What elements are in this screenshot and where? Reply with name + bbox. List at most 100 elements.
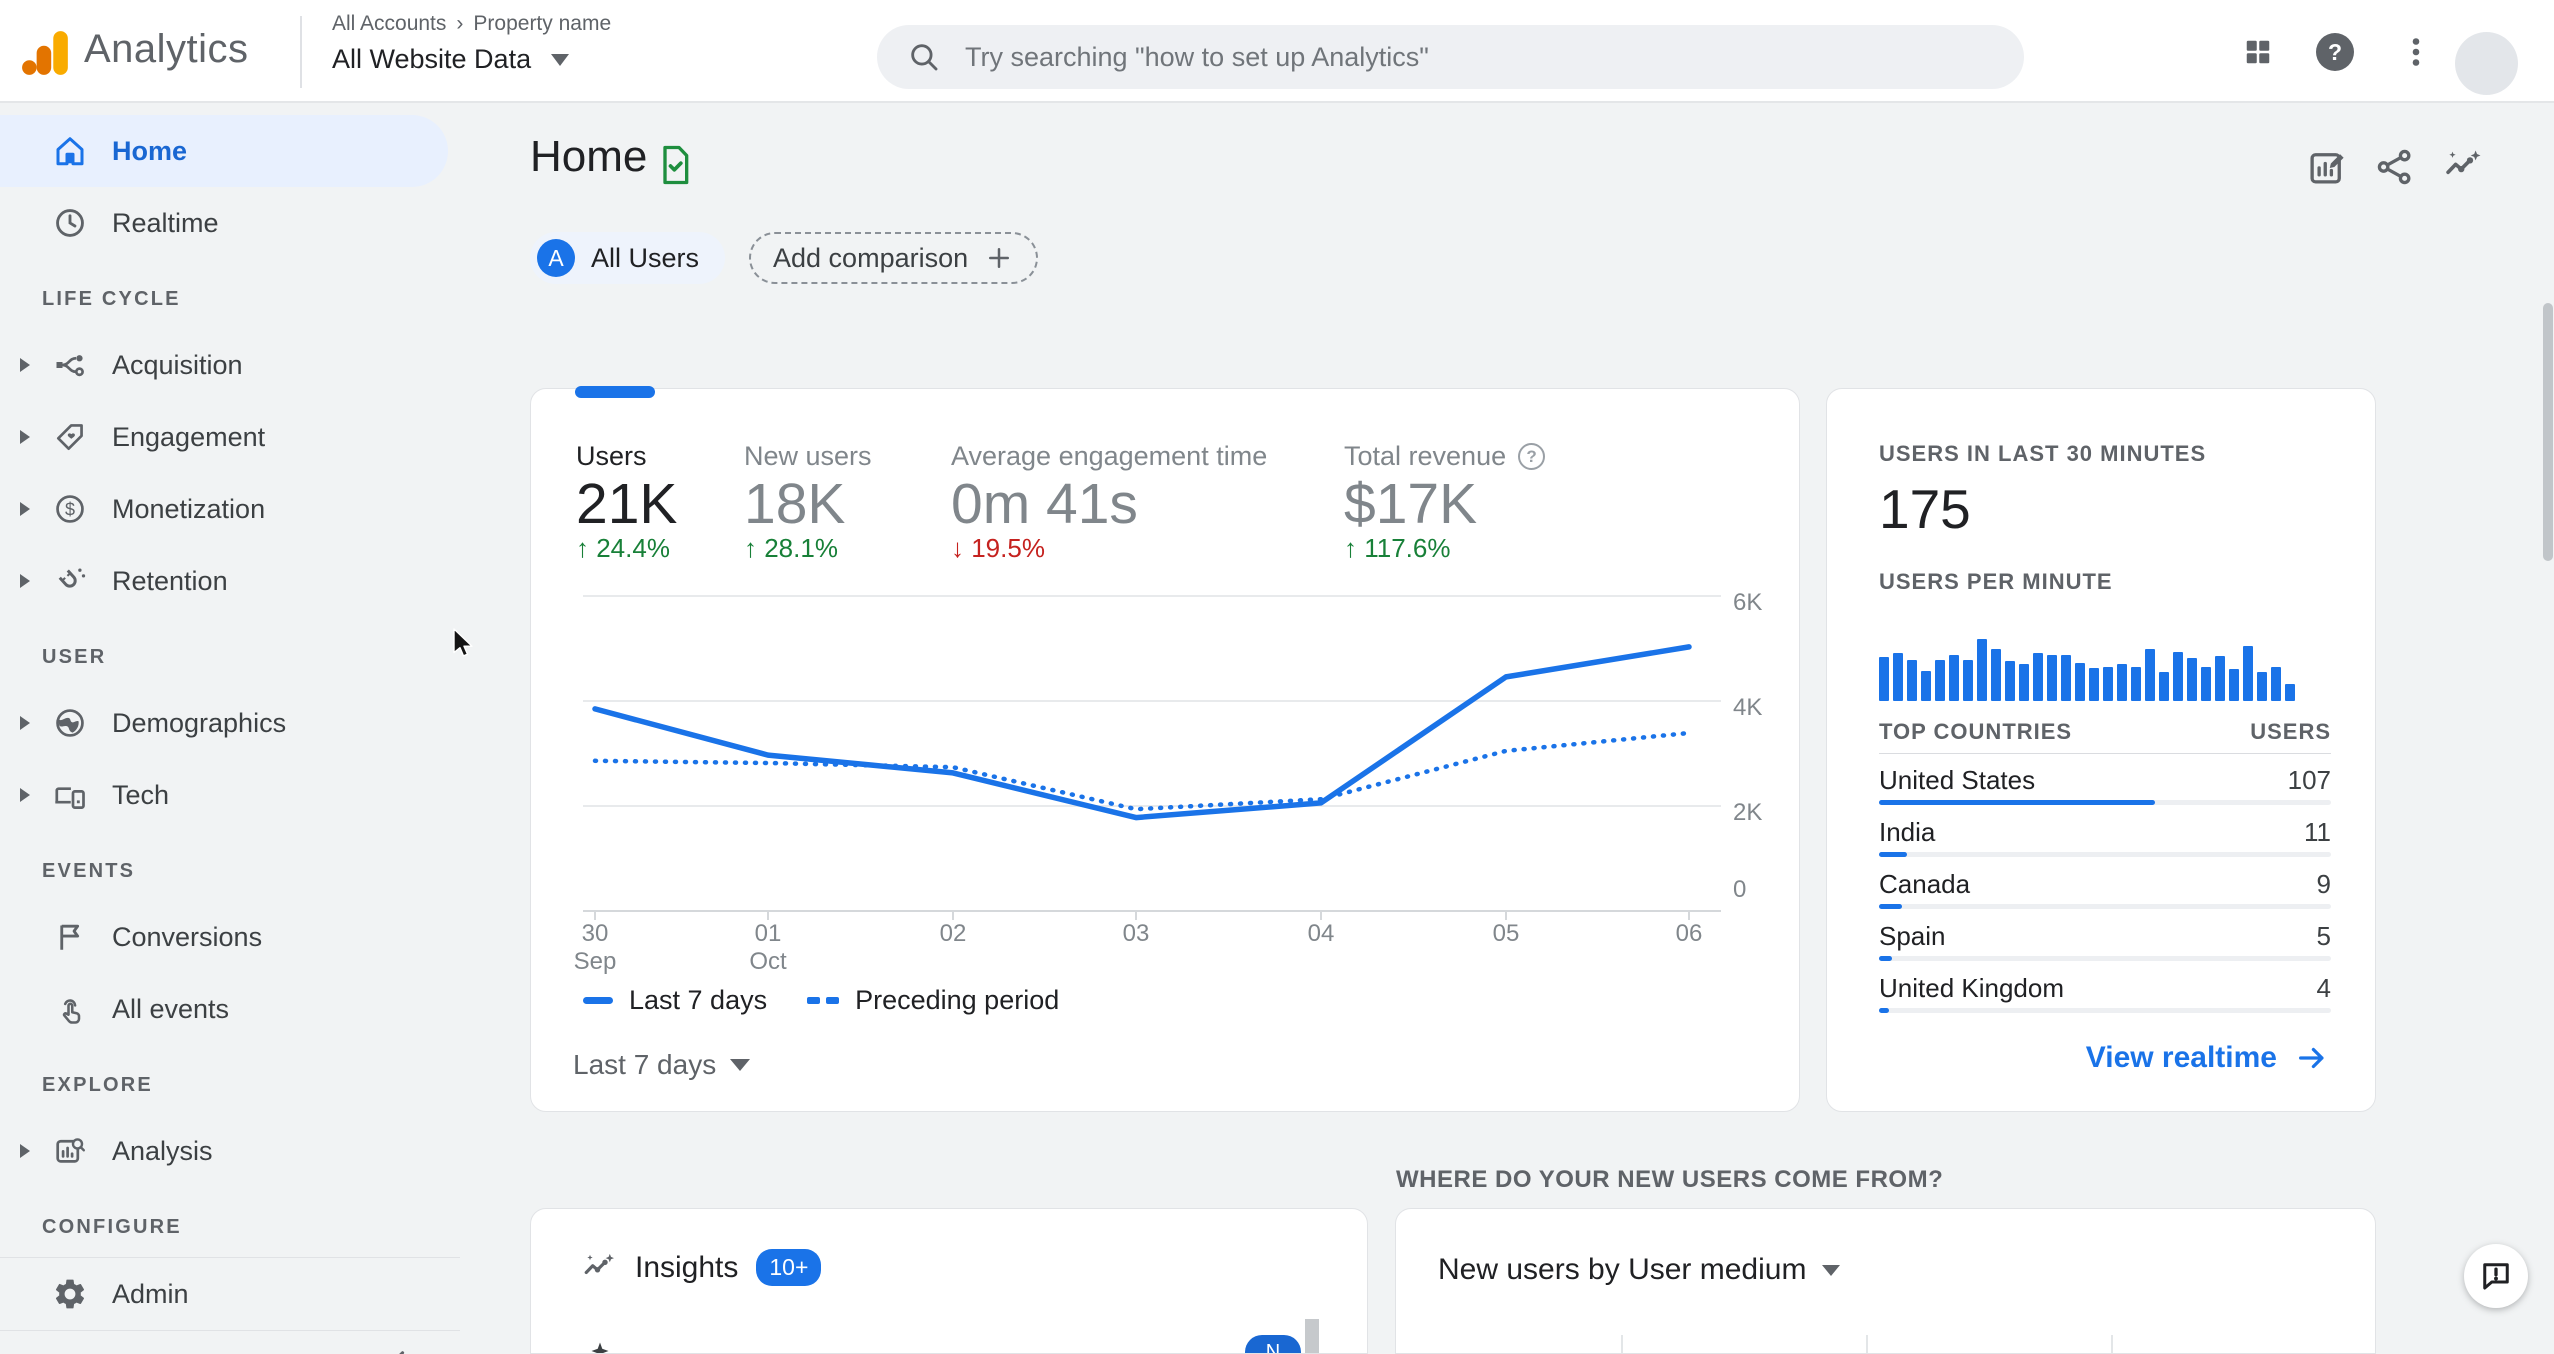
analytics-logo-icon[interactable]	[20, 27, 72, 79]
active-tab-indicator	[575, 386, 655, 398]
search-icon	[911, 44, 938, 71]
country-name: United Kingdom	[1879, 973, 2064, 1003]
search-bar[interactable]	[877, 25, 2024, 89]
table-row-spain[interactable]: Spain 5	[1879, 911, 2331, 963]
customize-report-icon[interactable]	[2306, 146, 2348, 188]
users-30min-label: USERS IN LAST 30 MINUTES	[1879, 441, 2207, 466]
date-range-selector[interactable]: Last 7 days	[573, 1049, 751, 1081]
metric-label: Total revenue?	[1344, 441, 1546, 472]
sidebar-item-label: Acquisition	[112, 349, 243, 380]
y-tick-label: 6K	[1733, 589, 1762, 616]
all-users-chip[interactable]: A All Users	[530, 232, 726, 284]
country-name: Spain	[1879, 921, 1946, 951]
minute-bar	[1991, 649, 2001, 701]
expand-chevron-icon[interactable]	[20, 788, 30, 802]
sidebar-item-label: Realtime	[112, 207, 219, 238]
view-realtime-link[interactable]: View realtime	[2086, 1041, 2329, 1075]
users-per-minute-chart[interactable]	[1879, 629, 2331, 701]
y-tick-label: 2K	[1733, 799, 1762, 826]
avatar[interactable]	[2455, 32, 2518, 95]
x-tick-label: 02	[940, 920, 967, 947]
sidebar-collapse-row[interactable]	[0, 1331, 460, 1354]
sidebar-item-engagement[interactable]: Engagement	[0, 401, 448, 473]
expand-chevron-icon[interactable]	[20, 1144, 30, 1158]
share-icon[interactable]	[2374, 146, 2416, 188]
table-row-canada[interactable]: Canada 9	[1879, 859, 2331, 911]
table-row-united-kingdom[interactable]: United Kingdom 4	[1879, 963, 2331, 1015]
feedback-button[interactable]	[2464, 1244, 2528, 1308]
feedback-chat-icon	[2483, 1263, 2509, 1290]
table-row-united-states[interactable]: United States 107	[1879, 755, 2331, 807]
sidebar-item-retention[interactable]: Retention	[0, 545, 448, 617]
users-trend-chart[interactable]: 0 2K 4K 6K 30Sep 01Oct 02 03 04 05 06	[531, 569, 1801, 999]
add-comparison-button[interactable]: Add comparison	[749, 232, 1039, 284]
minute-bar	[2089, 668, 2099, 701]
sidebar-item-monetization[interactable]: $ Monetization	[0, 473, 448, 545]
new-users-card-title[interactable]: New users by User medium	[1438, 1253, 1841, 1287]
apps-grid-icon[interactable]	[2243, 37, 2273, 67]
sidebar-item-tech[interactable]: Tech	[0, 759, 448, 831]
all-users-chip-label: All Users	[591, 242, 700, 273]
overview-report-card: Users 21K ↑ 24.4% New users 18K ↑ 28.1% Averag…	[530, 386, 1801, 1112]
minute-bar	[1949, 655, 1959, 701]
minute-bar	[2215, 656, 2225, 701]
new-users-card: New users by User medium	[1395, 1208, 2376, 1354]
expand-chevron-icon[interactable]	[20, 430, 30, 444]
insight-badge-partial[interactable]: N	[1245, 1335, 1301, 1353]
new-users-section-heading: WHERE DO YOUR NEW USERS COME FROM?	[1396, 1166, 1944, 1193]
minute-bar	[1907, 660, 1917, 701]
sidebar-item-label: Home	[112, 135, 188, 166]
insights-header[interactable]: Insights 10+	[581, 1249, 822, 1286]
gridline	[2111, 1335, 2113, 1353]
expand-chevron-icon[interactable]	[20, 574, 30, 588]
sidebar-section-configure: CONFIGURE	[42, 1216, 182, 1238]
series-last-7-days	[592, 644, 1692, 821]
property-selector[interactable]: All Website Data	[332, 44, 570, 75]
table-row-india[interactable]: India 11	[1879, 807, 2331, 859]
metric-label: Users	[576, 441, 647, 471]
monetization-icon: $	[56, 495, 84, 523]
metric-value: 18K	[744, 472, 846, 536]
sidebar-item-conversions[interactable]: Conversions	[0, 901, 448, 973]
minute-bar	[2243, 646, 2253, 701]
expand-chevron-icon[interactable]	[20, 502, 30, 516]
app-name: Analytics	[84, 27, 249, 71]
chevron-down-icon	[730, 1059, 751, 1071]
sidebar-item-home[interactable]: Home	[0, 115, 448, 187]
sidebar-item-acquisition[interactable]: Acquisition	[0, 329, 448, 401]
sidebar-item-label: Engagement	[112, 421, 266, 452]
sidebar-item-analysis[interactable]: Analysis	[0, 1115, 448, 1187]
help-icon[interactable]: ?	[2316, 33, 2354, 71]
sidebar-item-label: Tech	[112, 779, 170, 810]
metric-help-icon[interactable]: ?	[1518, 443, 1546, 470]
sidebar-item-demographics[interactable]: Demographics	[0, 687, 448, 759]
page-scrollbar[interactable]	[2543, 303, 2553, 561]
x-tick-label: 30	[582, 920, 609, 947]
breadcrumb-property-name[interactable]: Property name	[473, 12, 611, 36]
svg-text:$: $	[65, 499, 75, 519]
x-tick-label: 05	[1493, 920, 1520, 947]
expand-chevron-icon[interactable]	[20, 716, 30, 730]
legend-label-preceding-period: Preceding period	[855, 985, 1060, 1015]
sidebar-item-all-events[interactable]: All events	[0, 973, 448, 1045]
sidebar-item-label: Monetization	[112, 493, 266, 524]
country-bar	[1879, 904, 1902, 909]
gridline	[1621, 1335, 1623, 1353]
chart-legend: Last 7 days Preceding period	[583, 985, 1059, 1016]
metric-value: $17K	[1344, 472, 1478, 536]
collapse-sidebar-icon[interactable]	[382, 1345, 416, 1354]
insights-title: Insights	[635, 1250, 739, 1284]
sidebar-item-admin[interactable]: Admin	[0, 1258, 448, 1330]
search-input[interactable]	[965, 41, 1865, 73]
sidebar-item-realtime[interactable]: Realtime	[0, 187, 448, 259]
breadcrumb-all-accounts[interactable]: All Accounts	[332, 12, 446, 36]
insights-scrollbar[interactable]	[1305, 1319, 1319, 1353]
tech-icon	[55, 787, 85, 809]
country-bar-track	[1879, 1008, 2331, 1013]
users-per-minute-label: USERS PER MINUTE	[1879, 569, 2113, 594]
arrow-right-icon	[2299, 1047, 2324, 1069]
sidebar-nav: Home Realtime LIFE CYCLE Acquisition Engagem…	[0, 103, 460, 1354]
expand-chevron-icon[interactable]	[20, 358, 30, 372]
more-vert-icon[interactable]	[2398, 34, 2434, 70]
insights-icon[interactable]	[2442, 146, 2484, 188]
